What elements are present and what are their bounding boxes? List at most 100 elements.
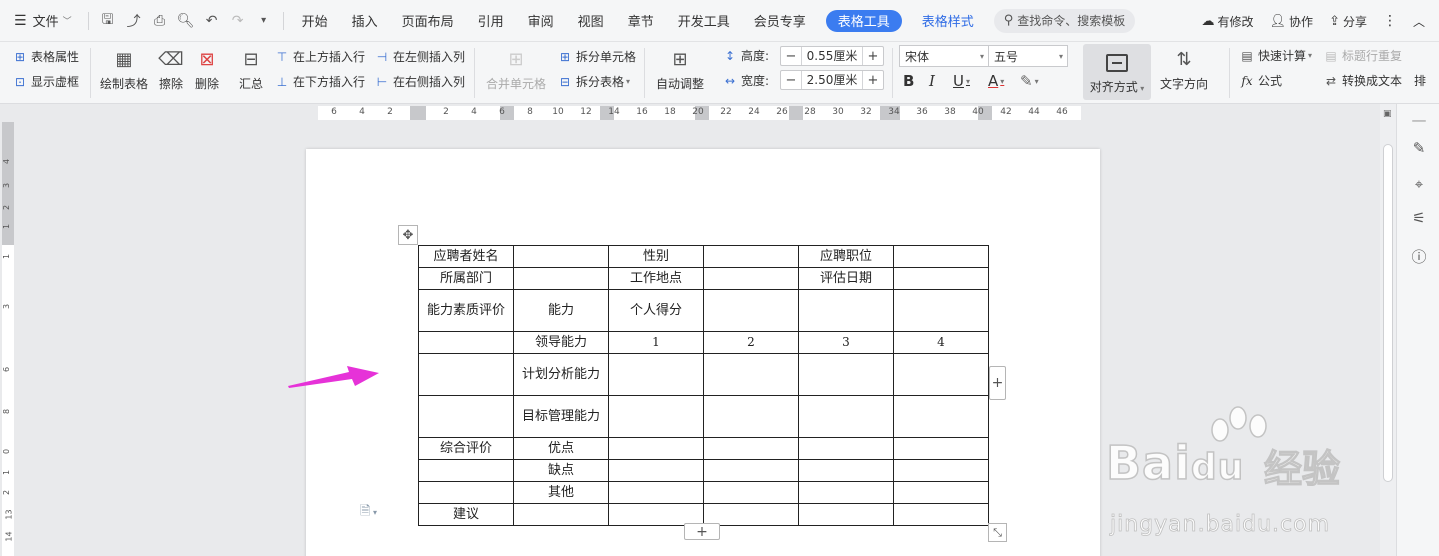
- scroll-top-icon[interactable]: ▣: [1383, 109, 1393, 119]
- table-cell[interactable]: [798, 437, 894, 460]
- formula-button[interactable]: fx 公式: [1239, 72, 1282, 89]
- table-cell[interactable]: [798, 459, 894, 482]
- table-cell[interactable]: [418, 395, 514, 438]
- table-cell[interactable]: [893, 289, 989, 332]
- table-cell[interactable]: 缺点: [513, 459, 609, 482]
- edit-pen-icon[interactable]: ✎: [1409, 138, 1429, 158]
- table-cell[interactable]: [608, 395, 704, 438]
- show-grid-button[interactable]: ⊡ 显示虚框: [12, 73, 79, 90]
- highlight-icon[interactable]: ✎ ▾: [1020, 72, 1039, 90]
- share-button[interactable]: ⇪ 分享: [1321, 13, 1375, 30]
- split-table-button[interactable]: ⊟ 拆分表格 ▾: [557, 73, 630, 90]
- scrollbar-thumb[interactable]: [1383, 144, 1393, 482]
- print-preview-icon[interactable]: 🔍︎: [173, 8, 199, 34]
- table-cell[interactable]: 3: [798, 331, 894, 354]
- font-size-select[interactable]: 五号 ▾: [988, 45, 1068, 67]
- insert-row-above-button[interactable]: ⊤ 在上方插入行: [274, 48, 365, 65]
- tab-references[interactable]: 引用: [466, 0, 516, 42]
- tab-chapter[interactable]: 章节: [616, 0, 666, 42]
- table-cell[interactable]: [513, 245, 609, 268]
- width-decrease-button[interactable]: −: [781, 73, 801, 88]
- italic-icon[interactable]: I: [929, 72, 935, 90]
- horizontal-ruler[interactable]: 6 4 2 2 4 6 8 10 12 14 16 18 20 22 24 26 28 30 32 34 36 38 40 4…: [0, 104, 1380, 122]
- bold-icon[interactable]: B: [903, 72, 914, 90]
- table-cell[interactable]: [608, 353, 704, 396]
- width-increase-button[interactable]: +: [863, 73, 883, 88]
- font-name-select[interactable]: 宋体 ▾: [899, 45, 989, 67]
- table-cell[interactable]: [798, 481, 894, 504]
- print-icon[interactable]: ⎙: [147, 8, 173, 34]
- save-icon[interactable]: 🖫: [95, 8, 121, 34]
- insert-col-left-button[interactable]: ⊣ 在左侧插入列: [374, 48, 465, 65]
- table-cell[interactable]: 1: [608, 331, 704, 354]
- table-cell[interactable]: [418, 353, 514, 396]
- table-cell[interactable]: [513, 267, 609, 290]
- underline-icon[interactable]: U ▾: [953, 72, 970, 90]
- add-column-button[interactable]: +: [989, 366, 1006, 400]
- table-cell[interactable]: [703, 395, 799, 438]
- insert-row-below-button[interactable]: ⊥ 在下方插入行: [274, 73, 365, 90]
- undo-icon[interactable]: ↶: [199, 8, 225, 34]
- table-cell[interactable]: 计划分析能力: [513, 353, 609, 396]
- table-cell[interactable]: 评估日期: [798, 267, 894, 290]
- table-cell[interactable]: [893, 459, 989, 482]
- table-cell[interactable]: 工作地点: [608, 267, 704, 290]
- table-cell[interactable]: [798, 289, 894, 332]
- table-properties-button[interactable]: ⊞ 表格属性: [12, 48, 79, 65]
- document-icon[interactable]: 🗎︎ ▾: [360, 502, 377, 524]
- delete-button[interactable]: ⊠ 删除: [194, 46, 220, 92]
- table-cell[interactable]: [893, 245, 989, 268]
- collapse-ribbon-icon[interactable]: ︿: [1405, 13, 1439, 30]
- table-cell[interactable]: 综合评价: [418, 437, 514, 460]
- insert-col-right-button[interactable]: ⊢ 在右侧插入列: [374, 73, 465, 90]
- table-cell[interactable]: [798, 503, 894, 526]
- tab-member[interactable]: 会员专享: [742, 0, 818, 42]
- tab-review[interactable]: 审阅: [516, 0, 566, 42]
- table-cell[interactable]: 领导能力: [513, 331, 609, 354]
- table-cell[interactable]: [608, 481, 704, 504]
- table-cell[interactable]: [608, 437, 704, 460]
- table-resize-handle[interactable]: ⤡: [988, 523, 1007, 542]
- vertical-ruler[interactable]: 4 3 2 1 1 3 6 8 0 1 2 13 14: [0, 122, 16, 556]
- table-cell[interactable]: 能力素质评价: [418, 289, 514, 332]
- collab-button[interactable]: 👤︎ 协作: [1262, 13, 1322, 30]
- select-cursor-icon[interactable]: ⌖: [1409, 174, 1429, 194]
- table-cell[interactable]: [703, 481, 799, 504]
- ruler-column-marker[interactable]: [410, 106, 426, 120]
- table-cell[interactable]: [798, 353, 894, 396]
- height-value[interactable]: 0.55厘米: [801, 47, 863, 65]
- table-cell[interactable]: [798, 395, 894, 438]
- repeat-header-button[interactable]: ▤ 标题行重复: [1323, 47, 1402, 64]
- table-cell[interactable]: 应聘职位: [798, 245, 894, 268]
- table-cell[interactable]: [893, 395, 989, 438]
- table-cell[interactable]: [703, 459, 799, 482]
- table-move-handle[interactable]: ✥: [398, 225, 418, 245]
- erase-button[interactable]: ⌫ 擦除: [158, 46, 184, 92]
- table-cell[interactable]: [703, 245, 799, 268]
- table-cell[interactable]: [608, 459, 704, 482]
- tab-insert[interactable]: 插入: [340, 0, 390, 42]
- add-row-button[interactable]: +: [684, 523, 720, 540]
- more-menu-icon[interactable]: ⋮: [1375, 13, 1405, 29]
- table-cell[interactable]: [418, 481, 514, 504]
- candidate-evaluation-table[interactable]: 应聘者姓名 性别 应聘职位 所属部门 工作地点 评估日期 能力素质评价 能力 个人得分 领导能力 1…: [418, 245, 989, 526]
- table-cell[interactable]: [703, 353, 799, 396]
- height-decrease-button[interactable]: −: [781, 49, 801, 64]
- height-increase-button[interactable]: +: [863, 49, 883, 64]
- ruler-column-marker[interactable]: [789, 106, 803, 120]
- tab-developer[interactable]: 开发工具: [666, 0, 742, 42]
- table-cell[interactable]: [418, 331, 514, 354]
- table-cell[interactable]: [703, 289, 799, 332]
- tab-page-layout[interactable]: 页面布局: [390, 0, 466, 42]
- table-cell[interactable]: 性别: [608, 245, 704, 268]
- table-cell[interactable]: [893, 503, 989, 526]
- table-cell[interactable]: 2: [703, 331, 799, 354]
- merge-cells-button[interactable]: ⊞ 合并单元格: [486, 46, 546, 92]
- tab-view[interactable]: 视图: [566, 0, 616, 42]
- file-menu-button[interactable]: ☰ 文件 ﹀: [0, 0, 82, 42]
- text-direction-button[interactable]: ⇅ 文字方向: [1160, 46, 1208, 92]
- table-cell[interactable]: [893, 481, 989, 504]
- tab-table-style[interactable]: 表格样式: [910, 0, 986, 42]
- height-stepper[interactable]: − 0.55厘米 +: [780, 46, 884, 66]
- tab-table-tools[interactable]: 表格工具: [825, 9, 902, 32]
